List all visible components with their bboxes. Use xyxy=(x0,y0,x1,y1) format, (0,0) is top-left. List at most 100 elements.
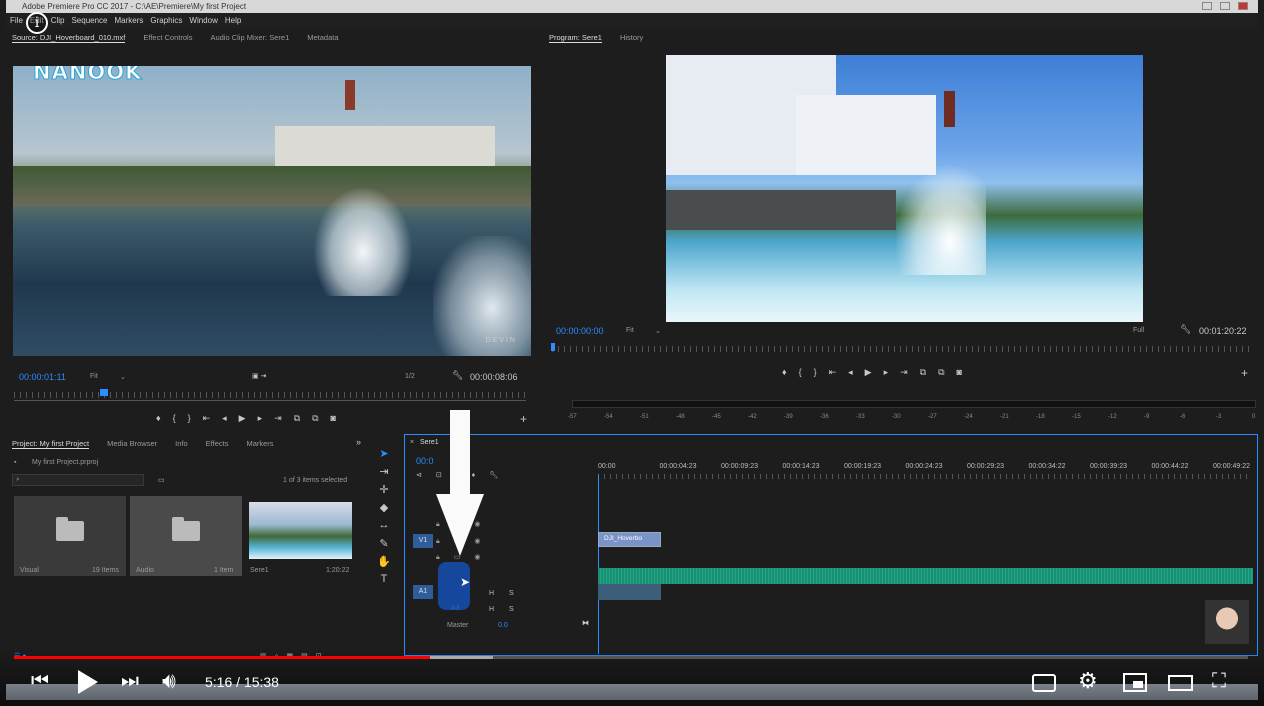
menu-clip[interactable]: Clip xyxy=(51,16,65,25)
tab-markers[interactable]: Markers xyxy=(246,439,273,448)
meter-scale-label: -45 xyxy=(712,414,721,420)
track-a1-label[interactable]: A1 xyxy=(413,585,433,599)
program-transport-controls[interactable]: ♦{}⇤◂▶▸⇥⧉⧉◙ xyxy=(782,367,974,378)
track-v1-label[interactable]: V1 xyxy=(413,534,433,548)
slip-tool-icon[interactable]: ↔ xyxy=(377,519,391,531)
chevron-down-icon[interactable]: ⌄ xyxy=(655,327,661,335)
project-search-input[interactable]: ⌕ xyxy=(12,474,144,486)
timeline-ruler-ticks[interactable] xyxy=(598,474,1252,479)
video-frame: Adobe Premiere Pro CC 2017 - C:\AE\Premi… xyxy=(0,0,1264,706)
rider-figure xyxy=(345,80,355,110)
tab-history[interactable]: History xyxy=(620,33,643,42)
volume-icon[interactable]: 🔊︎ xyxy=(162,668,176,694)
fullscreen-icon[interactable]: ⛶ xyxy=(1212,670,1226,693)
menu-markers[interactable]: Markers xyxy=(115,16,144,25)
timeline-close-icon[interactable]: × xyxy=(410,439,414,446)
video-clip[interactable]: DJI_Hoverbo xyxy=(598,532,661,547)
minimize-icon[interactable] xyxy=(1202,2,1212,10)
theater-mode-icon[interactable] xyxy=(1168,675,1193,691)
timeline-timecode[interactable]: 00:0 xyxy=(416,456,434,466)
program-quality-select[interactable]: Full xyxy=(1133,327,1144,334)
add-button-icon[interactable]: + xyxy=(520,412,527,426)
subtitles-icon[interactable] xyxy=(1032,674,1056,692)
type-tool-icon[interactable]: T xyxy=(377,573,391,585)
project-item-audio[interactable] xyxy=(130,496,242,576)
pen-tool-icon[interactable]: ✎ xyxy=(377,537,391,550)
next-icon[interactable]: ⏭︎ xyxy=(121,670,139,693)
source-playhead[interactable] xyxy=(100,389,108,396)
meter-scale-label: -21 xyxy=(1000,414,1009,420)
item-meta: 1:20:22 xyxy=(326,567,350,574)
tab-media-browser[interactable]: Media Browser xyxy=(107,439,157,448)
hand-tool-icon[interactable]: ✋ xyxy=(377,555,391,568)
play-icon[interactable] xyxy=(76,670,98,694)
selection-tool-icon[interactable]: ➤ xyxy=(377,447,391,460)
mute-button[interactable]: H xyxy=(489,590,494,597)
sequence-thumbnail[interactable] xyxy=(249,502,352,559)
menu-window[interactable]: Window xyxy=(189,16,217,25)
audio-meter-scale: -57 -54 -51 -48 -45 -42 -39 -36 -33 -30 -27 -24 -21-… xyxy=(568,414,1256,424)
export-frame-icon[interactable]: ▣ ⇥ xyxy=(252,372,266,380)
previous-icon[interactable]: ⏮︎ xyxy=(31,670,49,693)
played-bar[interactable] xyxy=(14,656,430,659)
source-transport-controls[interactable]: ♦{}⇤◂▶▸⇥⧉⧉◙ xyxy=(156,413,348,424)
menu-sequence[interactable]: Sequence xyxy=(71,16,107,25)
meter-scale-label: -18 xyxy=(1036,414,1045,420)
razor-tool-icon[interactable]: ◆ xyxy=(377,501,391,514)
tab-effect-controls[interactable]: Effect Controls xyxy=(143,33,192,42)
wrench-icon[interactable]: 🔧︎ xyxy=(1180,324,1191,335)
source-resolution-select[interactable]: 1/2 xyxy=(405,373,415,380)
timeline-tick-label: 00:00:24:23 xyxy=(905,463,943,470)
timeline-tick-label: 00:00:39:23 xyxy=(1090,463,1127,470)
source-panel-tabs: Source: DJI_Hoverboard_010.mxf Effect Con… xyxy=(12,30,357,46)
source-time-ruler[interactable] xyxy=(14,392,526,398)
watermark: DEVIN xyxy=(485,337,517,344)
menu-help[interactable]: Help xyxy=(225,16,241,25)
program-playhead[interactable] xyxy=(551,343,555,351)
add-button-icon[interactable]: + xyxy=(1241,366,1248,380)
source-zoom-bar[interactable] xyxy=(14,400,526,401)
water-spray xyxy=(313,186,413,296)
tab-program[interactable]: Program: Sere1 xyxy=(549,33,602,43)
meter-scale-label: -15 xyxy=(1072,414,1081,420)
menu-file[interactable]: File xyxy=(10,16,23,25)
chevron-down-icon[interactable]: ⌄ xyxy=(120,373,126,381)
meter-scale-label: -12 xyxy=(1108,414,1117,420)
meter-scale-label: -9 xyxy=(1144,414,1150,420)
tab-info[interactable]: Info xyxy=(175,439,188,448)
timeline-playhead[interactable] xyxy=(598,474,599,654)
program-time-ruler[interactable] xyxy=(552,346,1252,352)
track-select-tool-icon[interactable]: ⇥ xyxy=(377,465,391,478)
solo-button[interactable]: S xyxy=(509,606,514,613)
source-timecode[interactable]: 00:00:01:11 xyxy=(19,372,66,382)
tab-metadata[interactable]: Metadata xyxy=(307,33,338,42)
program-timecode[interactable]: 00:00:00:00 xyxy=(556,326,604,336)
audio-clip-a2[interactable] xyxy=(598,584,661,600)
tab-source[interactable]: Source: DJI_Hoverboard_010.mxf xyxy=(12,33,126,43)
tab-effects[interactable]: Effects xyxy=(206,439,229,448)
new-bin-icon[interactable]: ▭ xyxy=(158,476,165,484)
audio-clip-a1[interactable] xyxy=(598,568,1253,584)
project-item-visual[interactable] xyxy=(14,496,126,576)
meter-scale-label: -39 xyxy=(784,414,793,420)
settings-icon[interactable]: ⚙︎ xyxy=(1078,668,1098,694)
close-icon[interactable] xyxy=(1238,2,1248,10)
master-volume[interactable]: 0.0 xyxy=(498,622,508,629)
program-fit-select[interactable]: Fit xyxy=(626,327,634,334)
tab-audio-clip-mixer[interactable]: Audio Clip Mixer: Sere1 xyxy=(210,33,289,42)
menu-graphics[interactable]: Graphics xyxy=(150,16,182,25)
source-fit-select[interactable]: Fit xyxy=(90,373,98,380)
panel-overflow-icon[interactable]: » xyxy=(356,437,361,447)
miniplayer-icon[interactable] xyxy=(1123,673,1147,692)
timeline-tick-label: 00:00:09:23 xyxy=(721,463,758,470)
track-resize-icon[interactable]: ⧓ xyxy=(582,619,589,627)
maximize-icon[interactable] xyxy=(1220,2,1230,10)
hotel-building xyxy=(275,126,495,168)
ripple-edit-tool-icon[interactable]: ✛ xyxy=(377,483,391,496)
item-meta: 19 Items xyxy=(92,567,119,574)
mute-button[interactable]: H xyxy=(489,606,494,613)
tab-project[interactable]: Project: My first Project xyxy=(12,439,90,449)
wrench-icon[interactable]: 🔧︎ xyxy=(452,370,463,381)
solo-button[interactable]: S xyxy=(509,590,514,597)
timeline-tick-label: 00:00:19:23 xyxy=(844,463,881,470)
